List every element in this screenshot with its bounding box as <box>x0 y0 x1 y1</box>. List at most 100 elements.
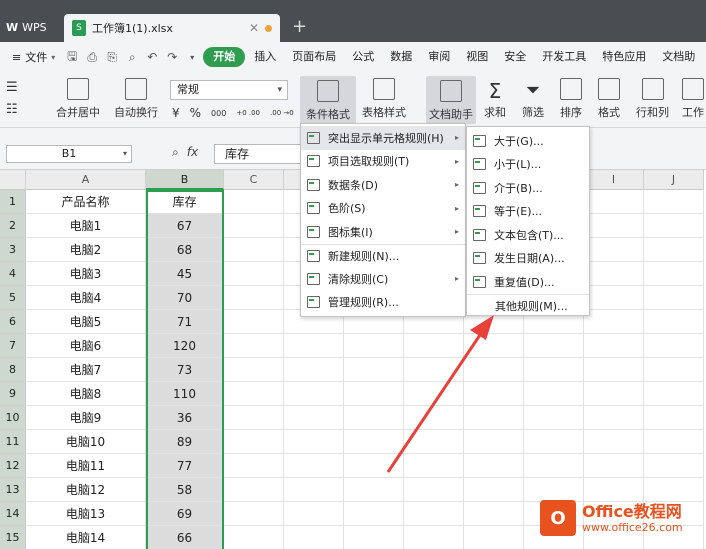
cell-c5[interactable] <box>224 286 284 310</box>
merge-center-button[interactable]: 合并居中 <box>56 78 100 120</box>
cell-d14[interactable] <box>284 502 344 526</box>
cell-j6[interactable] <box>644 310 704 334</box>
cell-f9[interactable] <box>404 382 464 406</box>
cond-menu-item-2[interactable]: 数据条(D) ▸ <box>301 173 465 197</box>
cell-b1[interactable]: 库存 <box>146 190 224 214</box>
redo-icon[interactable]: ↷ <box>163 48 181 66</box>
highlight-rule-item-1[interactable]: 小于(L)... <box>467 153 589 177</box>
cell-h11[interactable] <box>524 430 584 454</box>
cell-a1[interactable]: 产品名称 <box>26 190 146 214</box>
highlight-rule-item-5[interactable]: 发生日期(A)... <box>467 247 589 271</box>
cell-a5[interactable]: 电脑4 <box>26 286 146 310</box>
select-all-corner[interactable] <box>0 170 26 190</box>
menu-doc-assistant[interactable]: 文档助 <box>655 42 702 72</box>
row-col-button[interactable]: 行和列 <box>636 78 669 120</box>
cell-b4[interactable]: 45 <box>146 262 224 286</box>
menu-insert[interactable]: 插入 <box>247 42 283 72</box>
cell-f13[interactable] <box>404 478 464 502</box>
cell-a10[interactable]: 电脑9 <box>26 406 146 430</box>
cell-g13[interactable] <box>464 478 524 502</box>
row-header[interactable]: 9 <box>0 382 26 406</box>
cell-c3[interactable] <box>224 238 284 262</box>
cell-h13[interactable] <box>524 478 584 502</box>
cell-g15[interactable] <box>464 526 524 549</box>
align-distribute-button[interactable]: ☷ <box>6 102 18 117</box>
cell-f11[interactable] <box>404 430 464 454</box>
cell-b5[interactable]: 70 <box>146 286 224 310</box>
row-header[interactable]: 14 <box>0 502 26 526</box>
cell-f10[interactable] <box>404 406 464 430</box>
cell-b3[interactable]: 68 <box>146 238 224 262</box>
menu-features[interactable]: 特色应用 <box>595 42 653 72</box>
row-header[interactable]: 2 <box>0 214 26 238</box>
highlight-rule-item-7[interactable]: 其他规则(M)... <box>467 293 589 318</box>
cell-c11[interactable] <box>224 430 284 454</box>
formula-input[interactable]: 库存 <box>214 144 306 164</box>
menu-view[interactable]: 视图 <box>459 42 495 72</box>
cell-a9[interactable]: 电脑8 <box>26 382 146 406</box>
highlight-rule-item-0[interactable]: 大于(G)... <box>467 129 589 153</box>
column-header-c[interactable]: C <box>224 170 284 190</box>
cell-d9[interactable] <box>284 382 344 406</box>
cond-menu-item-7[interactable]: 管理规则(R)... <box>301 291 465 315</box>
cell-b10[interactable]: 36 <box>146 406 224 430</box>
conditional-format-button[interactable]: 条件格式 <box>300 76 356 124</box>
cell-i13[interactable] <box>584 478 644 502</box>
cell-c14[interactable] <box>224 502 284 526</box>
cell-d13[interactable] <box>284 478 344 502</box>
cell-f7[interactable] <box>404 334 464 358</box>
cell-i2[interactable] <box>584 214 644 238</box>
column-header-b[interactable]: B <box>146 170 224 190</box>
cell-b14[interactable]: 69 <box>146 502 224 526</box>
document-tab[interactable]: S 工作簿1(1).xlsx ✕ <box>64 14 280 42</box>
cell-f14[interactable] <box>404 502 464 526</box>
thousands-button[interactable]: 000 <box>211 109 226 118</box>
cell-j1[interactable] <box>644 190 704 214</box>
file-menu[interactable]: ≡ 文件 ▾ <box>6 49 61 65</box>
print-icon[interactable]: ⎘ <box>103 48 121 66</box>
highlight-rule-item-4[interactable]: 文本包含(T)... <box>467 223 589 247</box>
cell-b9[interactable]: 110 <box>146 382 224 406</box>
cell-e14[interactable] <box>344 502 404 526</box>
cell-i1[interactable] <box>584 190 644 214</box>
cond-menu-item-4[interactable]: 图标集(I) ▸ <box>301 220 465 244</box>
cell-e12[interactable] <box>344 454 404 478</box>
cell-j7[interactable] <box>644 334 704 358</box>
row-header[interactable]: 8 <box>0 358 26 382</box>
cell-j8[interactable] <box>644 358 704 382</box>
cell-b11[interactable]: 89 <box>146 430 224 454</box>
cell-a3[interactable]: 电脑2 <box>26 238 146 262</box>
cell-f15[interactable] <box>404 526 464 549</box>
percent-button[interactable]: % <box>190 106 201 120</box>
cell-a13[interactable]: 电脑12 <box>26 478 146 502</box>
cell-h9[interactable] <box>524 382 584 406</box>
cell-h10[interactable] <box>524 406 584 430</box>
cell-g8[interactable] <box>464 358 524 382</box>
cell-i6[interactable] <box>584 310 644 334</box>
column-header-i[interactable]: I <box>584 170 644 190</box>
name-box[interactable]: B1 ▾ <box>6 145 132 163</box>
sum-button[interactable]: Σ 求和 <box>484 78 506 120</box>
menu-formulas[interactable]: 公式 <box>345 42 381 72</box>
menu-home[interactable]: 开始 <box>203 47 246 67</box>
cell-j11[interactable] <box>644 430 704 454</box>
cell-c15[interactable] <box>224 526 284 549</box>
cond-menu-item-6[interactable]: 清除规则(C) ▸ <box>301 267 465 291</box>
row-header[interactable]: 4 <box>0 262 26 286</box>
row-header[interactable]: 1 <box>0 190 26 214</box>
row-header[interactable]: 7 <box>0 334 26 358</box>
close-tab-icon[interactable]: ✕ <box>249 21 259 35</box>
cell-a14[interactable]: 电脑13 <box>26 502 146 526</box>
menu-page-layout[interactable]: 页面布局 <box>285 42 343 72</box>
row-header[interactable]: 11 <box>0 430 26 454</box>
cell-b7[interactable]: 120 <box>146 334 224 358</box>
cell-a2[interactable]: 电脑1 <box>26 214 146 238</box>
cell-e7[interactable] <box>344 334 404 358</box>
cell-f12[interactable] <box>404 454 464 478</box>
cond-menu-item-3[interactable]: 色阶(S) ▸ <box>301 197 465 221</box>
cell-i11[interactable] <box>584 430 644 454</box>
cell-c10[interactable] <box>224 406 284 430</box>
align-left-button[interactable]: ☰ <box>6 80 18 95</box>
cell-b12[interactable]: 77 <box>146 454 224 478</box>
wrap-text-button[interactable]: 自动换行 <box>114 78 158 120</box>
